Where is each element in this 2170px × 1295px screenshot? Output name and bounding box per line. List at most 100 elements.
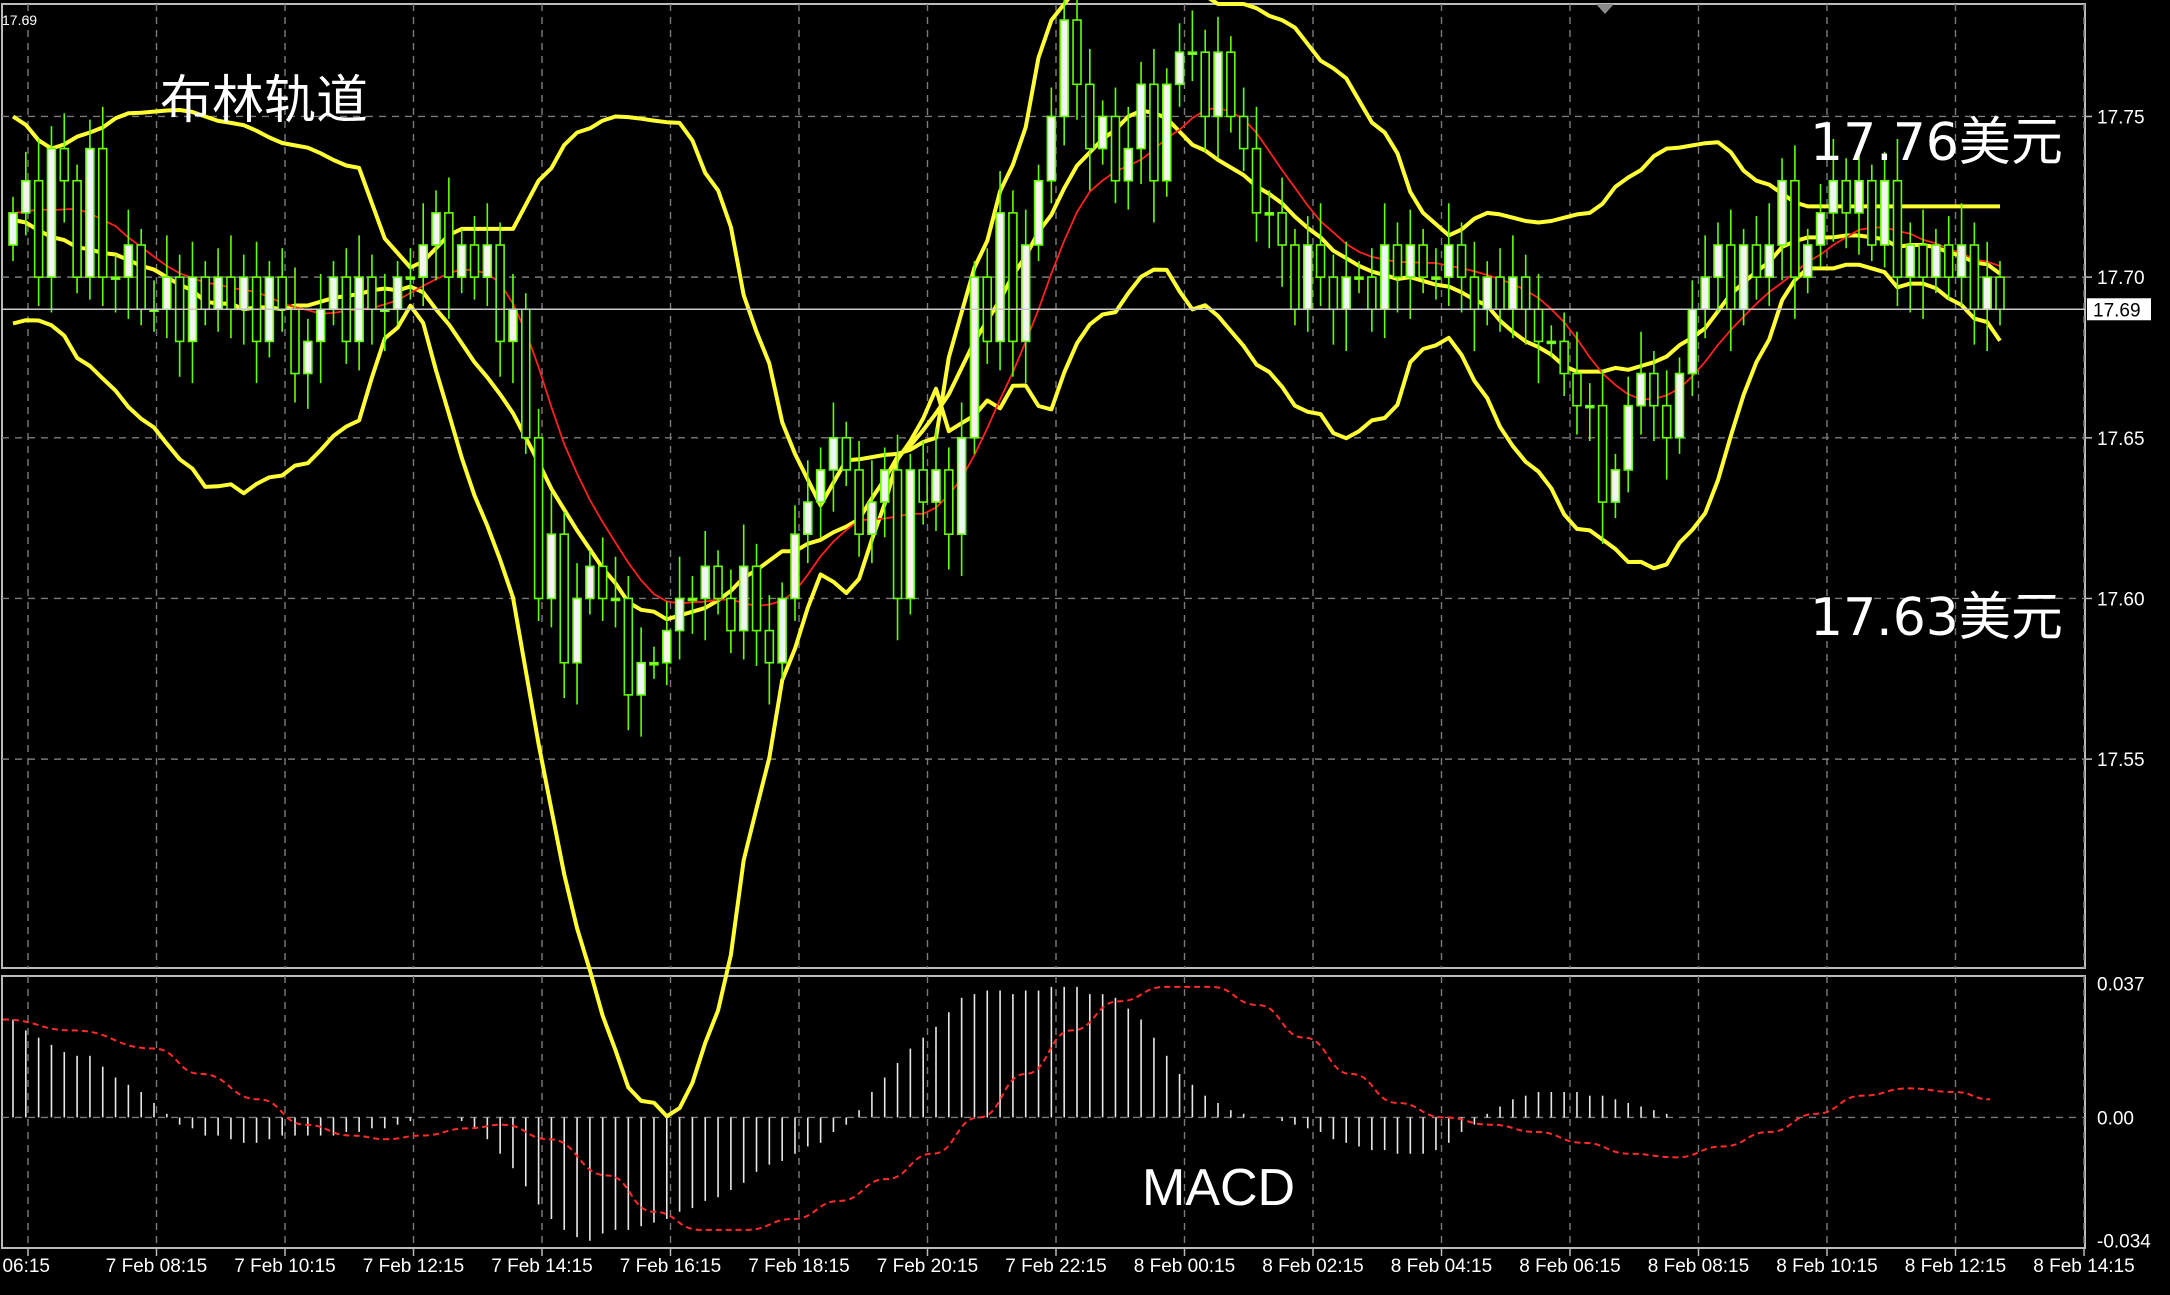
bear-candle-body [72,179,82,278]
bull-candle-body [1687,308,1698,375]
candlestick [546,492,557,628]
bollinger-lower-band [12,262,2002,1119]
bear-candle-body [1072,19,1082,86]
candlestick [726,569,736,654]
candlestick [649,646,659,679]
bull-candle-body [1161,83,1172,182]
candlestick [1367,248,1377,332]
candlestick [1713,222,1723,313]
x-tick-label: 8 Feb 10:15 [1776,1256,1877,1277]
y-tick-label: 17.60 [2097,589,2145,610]
candlestick [1226,36,1236,133]
candlestick [495,222,505,377]
bear-candle-body [1008,212,1018,343]
bull-candle-body [328,276,339,311]
candlestick [905,453,916,615]
bull-candle-body [995,212,1005,343]
bull-candle-body [1508,276,1518,311]
bull-candle-body [1956,244,1967,278]
candlestick [213,248,223,332]
candlestick [1072,0,1082,120]
candlestick [1482,261,1492,326]
bull-candle-body [815,469,826,503]
bear-candle-body [1559,340,1569,375]
candlestick [790,505,800,621]
bear-candle-body [200,276,211,311]
bull-candle-body [867,501,877,536]
candlestick [444,177,454,319]
candlestick [1726,209,1736,352]
candlestick [85,119,95,300]
candlestick [956,402,967,576]
candlestick [97,106,108,307]
candlestick [1982,241,1992,352]
bear-candle-body [1456,244,1467,278]
bull-candle-body [123,244,134,278]
candlestick [815,447,826,538]
y-tick-label: 17.70 [2097,268,2145,289]
candlestick [572,563,582,705]
bull-candle-body [1341,276,1351,311]
bear-candle-body [944,469,954,535]
candlestick [674,556,685,660]
candlestick [1085,48,1095,191]
candlestick [1136,61,1146,184]
candlestick [585,550,595,615]
bull-candle-body [1302,244,1313,311]
bear-candle-body [1597,404,1608,503]
bear-candle-body [367,276,377,311]
candlestick [1431,248,1441,300]
bull-candle-body [238,276,249,311]
bear-candle-body [1277,212,1287,246]
y-tick-label: 17.75 [2097,107,2145,128]
candlestick [341,248,352,364]
bull-candle-body [674,597,685,632]
bull-candle-body [905,469,916,600]
candlestick [828,402,839,512]
bull-candle-body [1700,276,1710,311]
bull-candle-body [1738,244,1749,311]
candlestick [1610,453,1621,519]
bull-candle-body [803,501,813,536]
candlestick [482,203,493,307]
bull-candle-body [1046,115,1057,182]
bull-candle-body [162,276,172,311]
bull-candle-body [572,597,582,664]
bull-candle-body [303,340,313,375]
bear-candle-body [1469,276,1480,311]
bull-candle-body [1931,244,1941,278]
candlestick [1931,228,1941,294]
candlestick [841,421,852,486]
bear-candle-body [533,436,544,600]
bull-candle-body [969,276,980,439]
candlestick [982,248,993,364]
candlestick [751,543,762,666]
bull-candle-body [456,244,467,278]
candlestick [508,273,518,384]
macd-y-tick-label: -0.034 [2097,1232,2151,1253]
candlestick [46,126,57,313]
x-tick-label: 7 Feb 14:15 [491,1256,592,1277]
bear-candle-body [623,597,634,696]
candlestick [354,235,364,371]
bear-candle-body [226,276,236,311]
candlestick [931,428,941,531]
x-tick-label: 7 Feb 20:15 [877,1256,978,1277]
current-price-label: 17.69 [2093,300,2141,321]
bear-candle-body [1572,372,1582,407]
corner-price: 17.69 [2,12,38,28]
bear-candle-body [1392,244,1403,278]
candlestick [1443,203,1454,307]
bear-candle-body [521,308,531,439]
candlestick [1777,158,1787,281]
bear-candle-body [1943,244,1954,278]
bear-candle-body [1533,308,1544,343]
candlestick [226,235,236,339]
bull-candle-body [46,147,57,278]
candlestick [559,511,570,699]
candlestick [879,447,890,538]
bull-candle-body [1815,212,1826,246]
candlestick [136,228,146,326]
candlestick [1251,106,1262,242]
bear-candle-body [1918,244,1928,278]
